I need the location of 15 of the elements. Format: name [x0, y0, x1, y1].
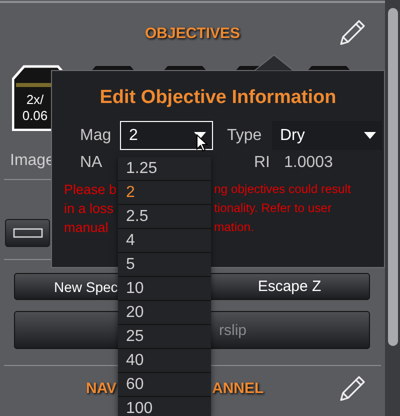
select-value: 2	[129, 126, 138, 144]
field-label: NA	[79, 154, 104, 172]
objective-aperture: 0.06	[22, 108, 48, 124]
section-title: ANNEL	[212, 380, 264, 397]
field-label: Mag	[79, 126, 112, 144]
section-title: OBJECTIVES	[144, 24, 240, 42]
field-value: 1.0003	[283, 154, 334, 172]
field-label: Type	[226, 126, 263, 144]
warning-text: Please b in a loss manual	[64, 181, 116, 237]
select-value: Dry	[280, 126, 305, 144]
field-label: RI	[253, 154, 271, 172]
warning-text: ng objectives could result tionality. Refer to user mation.	[214, 181, 352, 236]
dialog-title: Edit Objective Information	[100, 87, 336, 109]
section-title: NAV	[86, 380, 117, 397]
objective-magnification: 2x/	[26, 92, 44, 108]
